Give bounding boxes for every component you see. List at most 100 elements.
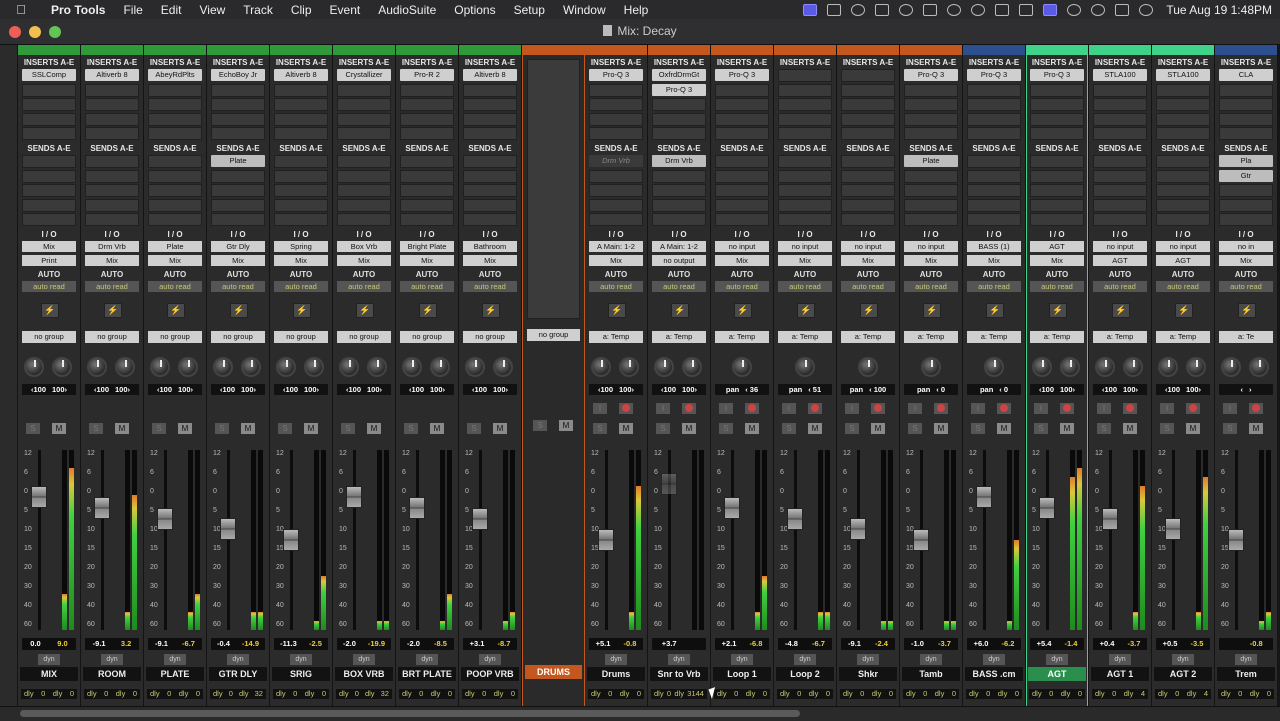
- input-monitor-button[interactable]: I: [1223, 403, 1237, 414]
- output-selector[interactable]: Mix: [967, 255, 1021, 266]
- pan-knob-right[interactable]: [1060, 357, 1080, 377]
- insert-slot-empty[interactable]: [1156, 127, 1210, 140]
- send-slot-empty[interactable]: [1030, 213, 1084, 226]
- send-slot-empty[interactable]: [211, 169, 265, 183]
- insert-slot-empty[interactable]: [85, 98, 139, 111]
- insert-slot-empty[interactable]: [1219, 112, 1273, 126]
- output-selector[interactable]: Mix: [841, 255, 895, 266]
- dynamics-button[interactable]: dyn: [353, 654, 375, 665]
- track-name[interactable]: BOX VRB: [335, 667, 393, 681]
- menu-view[interactable]: View: [190, 3, 234, 17]
- group-selector[interactable]: no group: [337, 331, 391, 343]
- send-slot-empty[interactable]: [463, 169, 517, 183]
- insert-slot-empty[interactable]: [85, 127, 139, 140]
- send-slot-empty[interactable]: [904, 184, 958, 197]
- track-name[interactable]: DRUMS: [525, 665, 582, 679]
- send-slot-empty[interactable]: [22, 198, 76, 212]
- solo-button[interactable]: S: [971, 423, 985, 434]
- menu-file[interactable]: File: [114, 3, 151, 17]
- insert-slot-empty[interactable]: [904, 83, 958, 97]
- menu-event[interactable]: Event: [321, 3, 370, 17]
- insert-slot-empty[interactable]: [1030, 127, 1084, 140]
- group-selector[interactable]: no group: [527, 329, 580, 341]
- volume-fader[interactable]: [724, 496, 740, 519]
- pan-knob-left[interactable]: [1158, 357, 1178, 377]
- solo-button[interactable]: S: [215, 423, 229, 434]
- record-arm-button[interactable]: [934, 403, 948, 414]
- dynamics-button[interactable]: dyn: [731, 654, 753, 665]
- pan-knob-left[interactable]: [24, 357, 44, 377]
- send-slot-empty[interactable]: [211, 184, 265, 197]
- input-monitor-button[interactable]: I: [1097, 403, 1111, 414]
- automation-mode[interactable]: auto read: [211, 281, 265, 292]
- volume-fader[interactable]: [850, 518, 866, 541]
- pan-knob-right[interactable]: [430, 357, 450, 377]
- group-selector[interactable]: a: Temp: [1093, 331, 1147, 343]
- mute-button[interactable]: M: [1123, 423, 1137, 434]
- display-icon[interactable]: [995, 3, 1010, 16]
- input-selector[interactable]: A Main: 1-2: [589, 241, 643, 252]
- send-slot-empty[interactable]: [274, 213, 328, 226]
- insert-slot-empty[interactable]: [274, 98, 328, 111]
- dynamics-button[interactable]: dyn: [416, 654, 438, 665]
- solo-button[interactable]: S: [89, 423, 103, 434]
- send-slot-empty[interactable]: [1219, 213, 1273, 226]
- send-slot-empty[interactable]: [22, 169, 76, 183]
- pan-knob-right[interactable]: [52, 357, 72, 377]
- send-slot-empty[interactable]: [1156, 184, 1210, 197]
- insert-slot-empty[interactable]: [904, 98, 958, 111]
- send-slot-empty[interactable]: [715, 155, 769, 168]
- insert-slot-empty[interactable]: [1219, 127, 1273, 140]
- send-slot[interactable]: Drm Vrb: [652, 155, 706, 167]
- automation-mode[interactable]: auto read: [1156, 281, 1210, 292]
- pan-knob-left[interactable]: [465, 357, 485, 377]
- send-slot-empty[interactable]: [85, 184, 139, 197]
- insert-slot-empty[interactable]: [463, 98, 517, 111]
- send-slot-empty[interactable]: [22, 213, 76, 226]
- send-slot-empty[interactable]: [400, 184, 454, 197]
- insert-slot-empty[interactable]: [841, 112, 895, 126]
- send-slot-empty[interactable]: [1093, 184, 1147, 197]
- track-name[interactable]: Tamb: [902, 667, 960, 681]
- send-slot[interactable]: Plate: [211, 155, 265, 167]
- track-name[interactable]: SRIG: [272, 667, 330, 681]
- insert-slot-empty[interactable]: [841, 69, 895, 82]
- automation-mode[interactable]: auto read: [841, 281, 895, 292]
- track-name[interactable]: POOP VRB: [461, 667, 519, 681]
- send-slot-empty[interactable]: [715, 213, 769, 226]
- flag-icon[interactable]: [875, 3, 890, 16]
- mute-button[interactable]: M: [1249, 423, 1263, 434]
- dynamics-button[interactable]: dyn: [227, 654, 249, 665]
- wifi-icon[interactable]: [1067, 3, 1082, 16]
- insert-slot-empty[interactable]: [85, 83, 139, 97]
- insert-slot-empty[interactable]: [967, 83, 1021, 97]
- insert-slot-empty[interactable]: [1093, 112, 1147, 126]
- insert-slot-empty[interactable]: [778, 112, 832, 126]
- insert-slot-empty[interactable]: [1030, 112, 1084, 126]
- mute-button[interactable]: M: [241, 423, 255, 434]
- mute-button[interactable]: M: [682, 423, 696, 434]
- send-slot-empty[interactable]: [274, 184, 328, 197]
- output-selector[interactable]: Mix: [904, 255, 958, 266]
- pan-knob-right[interactable]: [1186, 357, 1206, 377]
- output-selector[interactable]: no output: [652, 255, 706, 266]
- apple-icon[interactable]: : [14, 2, 28, 17]
- group-selector[interactable]: a: Temp: [1030, 331, 1084, 343]
- dynamics-button[interactable]: dyn: [1235, 654, 1257, 665]
- instrument-icon[interactable]: ⚡: [1238, 303, 1256, 318]
- output-selector[interactable]: Print: [22, 255, 76, 266]
- record-arm-button[interactable]: [682, 403, 696, 414]
- output-selector[interactable]: AGT: [1156, 255, 1210, 266]
- send-slot-empty[interactable]: [967, 213, 1021, 226]
- pan-knob-left[interactable]: [1095, 357, 1115, 377]
- volume-fader[interactable]: [31, 486, 47, 508]
- pan-knob-left[interactable]: [402, 357, 422, 377]
- input-selector[interactable]: BASS (1): [967, 241, 1021, 252]
- send-slot-empty[interactable]: [1030, 184, 1084, 197]
- send-slot-empty[interactable]: [841, 169, 895, 183]
- instrument-icon[interactable]: ⚡: [293, 303, 311, 318]
- output-selector[interactable]: Mix: [211, 255, 265, 266]
- send-slot-empty[interactable]: [463, 184, 517, 197]
- group-selector[interactable]: no group: [463, 331, 517, 343]
- output-selector[interactable]: Mix: [778, 255, 832, 266]
